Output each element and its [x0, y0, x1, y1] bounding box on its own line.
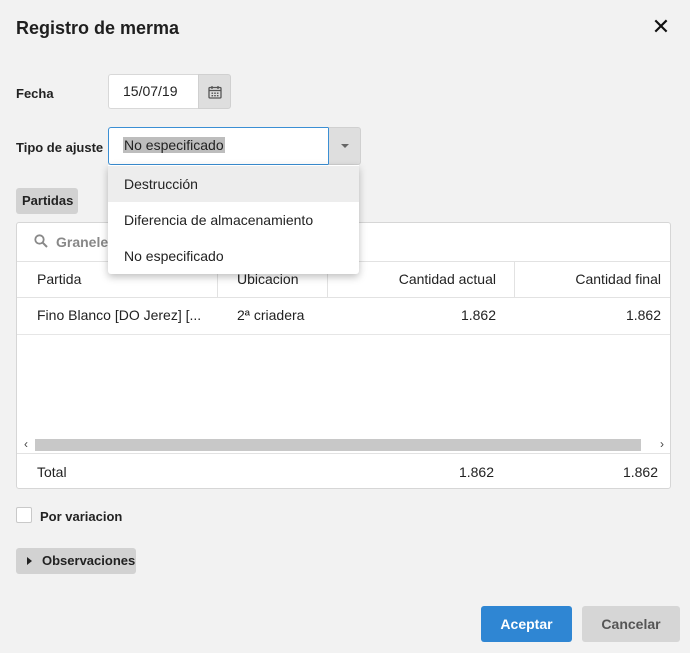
dropdown-option-destruccion[interactable]: Destrucción	[108, 166, 359, 202]
scrollbar-thumb[interactable]	[35, 439, 641, 451]
tipo-ajuste-select[interactable]: No especificado	[108, 127, 328, 165]
fecha-label: Fecha	[16, 86, 54, 101]
cell-ubicacion: 2ª criadera	[237, 307, 305, 323]
total-cantidad-actual: 1.862	[458, 464, 494, 480]
grid-total-row: Total 1.862 1.862	[17, 453, 670, 488]
tipo-ajuste-label: Tipo de ajuste	[16, 140, 104, 155]
table-row[interactable]: Fino Blanco [DO Jerez] [... 2ª criadera …	[17, 297, 670, 335]
dropdown-option-diferencia-almacenamiento[interactable]: Diferencia de almacenamiento	[108, 202, 359, 238]
scroll-right-icon[interactable]: ›	[655, 436, 669, 452]
accept-button[interactable]: Aceptar	[481, 606, 572, 642]
close-icon[interactable]: ✕	[650, 16, 672, 38]
tipo-ajuste-dropdown-list: Destrucción Diferencia de almacenamiento…	[108, 165, 359, 274]
observaciones-label: Observaciones	[42, 553, 136, 568]
tipo-ajuste-dropdown-button[interactable]	[328, 127, 361, 165]
partidas-section-button[interactable]: Partidas	[16, 188, 78, 214]
fecha-input[interactable]: 15/07/19	[108, 74, 198, 109]
search-icon	[34, 234, 48, 253]
chevron-down-icon	[340, 144, 349, 148]
caret-right-icon	[27, 557, 32, 565]
registro-merma-dialog: Registro de merma ✕ Fecha 15/07/19 Tipo …	[0, 0, 690, 653]
cell-cantidad-actual: 1.862	[460, 307, 496, 323]
horizontal-scrollbar[interactable]: ‹ ›	[17, 436, 670, 452]
por-variacion-label: Por variacion	[40, 509, 123, 524]
dropdown-option-no-especificado[interactable]: No especificado	[108, 238, 359, 274]
total-cantidad-final: 1.862	[622, 464, 658, 480]
tipo-ajuste-value: No especificado	[123, 137, 225, 153]
por-variacion-checkbox[interactable]	[16, 507, 32, 523]
scroll-left-icon[interactable]: ‹	[19, 436, 33, 452]
column-header-cantidad-final[interactable]: Cantidad final	[515, 261, 661, 297]
observaciones-section-button[interactable]: Observaciones	[16, 548, 136, 574]
calendar-icon[interactable]	[198, 74, 231, 109]
cell-partida: Fino Blanco [DO Jerez] [...	[37, 307, 202, 323]
total-label: Total	[37, 464, 67, 480]
dialog-title: Registro de merma	[16, 18, 180, 38]
cell-cantidad-final: 1.862	[625, 307, 661, 323]
grid-search-text: Graneles	[56, 234, 116, 250]
cancel-button[interactable]: Cancelar	[582, 606, 680, 642]
